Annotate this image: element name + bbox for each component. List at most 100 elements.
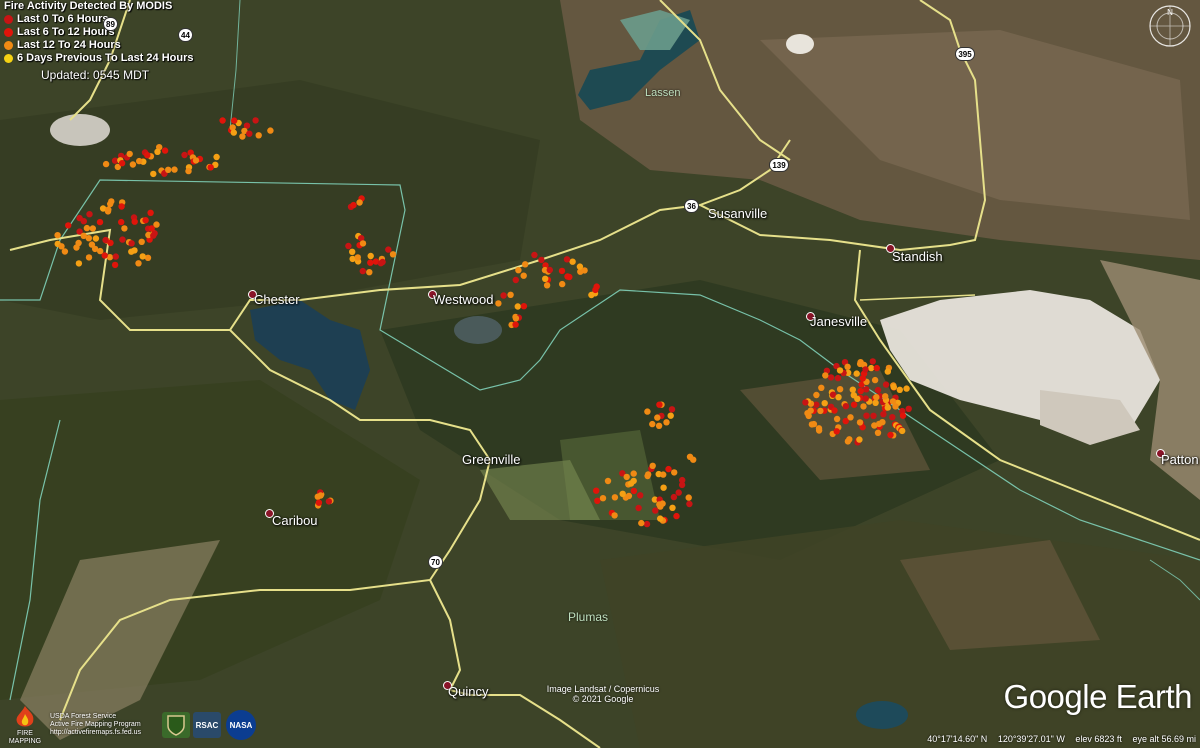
fire-point xyxy=(126,150,133,158)
fire-point xyxy=(86,211,93,218)
fire-point xyxy=(128,248,135,255)
place-chester[interactable]: Chester xyxy=(254,292,300,307)
place-quincy[interactable]: Quincy xyxy=(448,684,488,699)
fire-point xyxy=(656,401,663,408)
fire-point xyxy=(522,261,529,268)
fire-point xyxy=(805,412,812,420)
fire-point xyxy=(89,225,97,232)
fire-point xyxy=(559,280,566,288)
fire-point xyxy=(356,199,363,206)
fire-point xyxy=(54,232,61,239)
status-elevation: elev 6823 ft xyxy=(1075,734,1122,744)
fire-point xyxy=(61,248,69,255)
legend-swatch-6-12h xyxy=(4,28,13,37)
highway-89-shield: 89 xyxy=(103,17,118,31)
legend-label: Last 0 To 6 Hours xyxy=(17,13,109,25)
fire-point xyxy=(872,399,879,406)
fire-point xyxy=(165,166,172,173)
fire-point xyxy=(581,267,588,274)
place-greenville[interactable]: Greenville xyxy=(462,452,521,467)
legend-item: 6 Days Previous To Last 24 Hours xyxy=(4,52,214,65)
fire-point xyxy=(520,303,528,310)
status-bar: 40°17'14.60" N 120°39'27.01" W elev 6823… xyxy=(0,734,1200,748)
fire-point xyxy=(538,256,545,264)
fire-point xyxy=(678,481,686,489)
fire-point xyxy=(118,160,126,167)
fire-point xyxy=(102,160,110,168)
fire-point xyxy=(135,260,142,267)
highway-139-shield: 139 xyxy=(769,158,789,172)
fire-point xyxy=(637,492,644,499)
fire-point xyxy=(669,504,676,511)
fire-point xyxy=(860,403,867,410)
fire-point xyxy=(246,130,253,137)
fire-point xyxy=(831,407,838,414)
fire-point xyxy=(85,235,93,242)
fire-point xyxy=(842,417,849,425)
fire-point xyxy=(231,117,238,124)
fire-point xyxy=(604,477,612,485)
fire-point xyxy=(119,236,126,243)
fire-point xyxy=(654,414,661,421)
fire-point xyxy=(652,507,659,514)
fire-point xyxy=(219,117,226,124)
fire-point xyxy=(856,436,863,443)
fire-point xyxy=(542,275,549,282)
imagery-copyright: © 2021 Google xyxy=(572,694,634,704)
fire-point xyxy=(148,225,155,232)
fire-point xyxy=(593,487,600,494)
fire-point xyxy=(118,218,125,226)
fire-point xyxy=(675,489,682,496)
place-caribou[interactable]: Caribou xyxy=(272,513,318,528)
fire-point xyxy=(367,259,374,266)
fire-point xyxy=(889,414,896,421)
fire-point xyxy=(833,428,840,435)
legend-title: Fire Activity Detected By MODIS xyxy=(4,0,173,12)
fire-point xyxy=(515,267,522,274)
fire-point xyxy=(863,386,870,393)
usda-name: USDA Forest Service xyxy=(50,713,117,720)
fire-point xyxy=(670,493,678,501)
legend-updated: Updated: 0545 MDT xyxy=(41,68,150,82)
fire-point xyxy=(873,364,880,372)
fire-point xyxy=(663,419,670,426)
fire-point xyxy=(514,303,521,310)
fire-point xyxy=(890,383,897,391)
place-susanville[interactable]: Susanville xyxy=(708,206,767,221)
place-westwood[interactable]: Westwood xyxy=(433,292,493,307)
place-patton[interactable]: Patton xyxy=(1161,452,1199,467)
fire-point xyxy=(592,286,599,294)
fire-point xyxy=(161,147,169,154)
fire-point xyxy=(874,386,882,394)
fire-point xyxy=(644,408,651,415)
fire-point xyxy=(85,254,93,261)
legend-swatch-12-24h xyxy=(4,41,13,50)
fire-point xyxy=(884,404,891,411)
fire-point xyxy=(65,222,72,229)
fire-point xyxy=(75,260,83,267)
legend-label: Last 12 To 24 Hours xyxy=(17,39,121,51)
legend-label: 6 Days Previous To Last 24 Hours xyxy=(17,52,194,64)
area-label-plumas: Plumas xyxy=(568,610,609,624)
fire-point xyxy=(665,465,672,473)
fire-point xyxy=(882,381,890,388)
fire-point xyxy=(500,292,507,299)
fire-point xyxy=(345,242,352,250)
fire-point xyxy=(863,412,870,419)
map-view[interactable]: Fire Activity Detected By MODIS Last 0 T… xyxy=(0,0,1200,748)
fire-point xyxy=(121,225,128,232)
fire-point xyxy=(230,129,237,136)
fire-point xyxy=(638,519,645,527)
compass-icon[interactable]: N xyxy=(1148,4,1192,48)
fire-point xyxy=(643,520,651,528)
place-janesville[interactable]: Janesville xyxy=(810,314,867,329)
fire-point xyxy=(359,267,366,275)
fire-point xyxy=(118,203,125,210)
fire-point xyxy=(389,251,397,258)
fire-point xyxy=(546,266,553,274)
fire-point xyxy=(325,498,333,505)
place-standish[interactable]: Standish xyxy=(892,249,943,264)
fire-point xyxy=(849,386,856,393)
fire-point xyxy=(112,253,120,260)
fire-point xyxy=(255,132,262,139)
